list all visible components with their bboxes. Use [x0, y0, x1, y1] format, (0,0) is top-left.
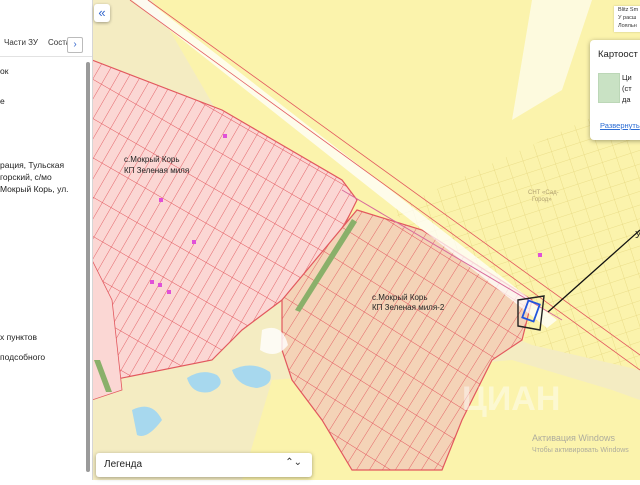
sidebar-text: х пунктов — [0, 332, 38, 342]
collapse-sidebar-button[interactable]: « — [94, 4, 110, 22]
callout-letter: У — [635, 230, 640, 241]
windows-activation-sub: Чтобы активировать Windows — [532, 446, 629, 454]
legend-label: Легенда — [104, 459, 143, 470]
chevron-updown-icon: ⌃⌄ — [285, 457, 302, 468]
plot-marker — [192, 240, 196, 244]
plot-marker — [223, 134, 227, 138]
tabs-divider — [0, 56, 92, 57]
sidebar-text: ок — [0, 66, 9, 76]
panel-title: Картоост — [598, 49, 638, 60]
ad-banner[interactable]: Blitz Sm У расш Лояльн — [614, 6, 640, 32]
ad-text: Blitz Sm — [618, 7, 639, 13]
plot-marker — [167, 290, 171, 294]
map-canvas: с.Мокрый Корь КП Зеленая миля с.Мокрый К… — [91, 0, 640, 480]
plot-marker — [158, 283, 162, 287]
panel-text: Ци — [622, 73, 632, 82]
map-thumbnail[interactable] — [598, 73, 620, 103]
sidebar-text: рация, Тульская — [0, 160, 65, 170]
settlement-2-name: с.Мокрый Корь — [372, 293, 428, 302]
sidebar-text: горский, с/мо — [0, 172, 52, 182]
sidebar-panel: Части ЗУ Соста › ок е рация, Тульская го… — [0, 0, 93, 480]
settlement-1-sub: КП Зеленая миля — [124, 166, 189, 175]
legend-dropdown[interactable]: Легенда ⌃⌄ — [96, 453, 312, 477]
sidebar-text: подсобного — [0, 352, 46, 362]
plot-marker — [159, 198, 163, 202]
panel-text: (ст — [622, 84, 632, 93]
cadastral-map[interactable]: с.Мокрый Корь КП Зеленая миля с.Мокрый К… — [91, 0, 640, 480]
cian-watermark: ЦИАН — [462, 380, 560, 418]
settlement-2-sub: КП Зеленая миля-2 — [372, 303, 445, 312]
windows-activation-title: Активация Windows — [532, 433, 615, 443]
expand-link[interactable]: Развернуть — [600, 121, 640, 130]
sidebar-scrollbar[interactable] — [86, 62, 90, 472]
ad-text: У расш — [618, 15, 637, 21]
plot-marker — [538, 253, 542, 257]
plot-marker — [150, 280, 154, 284]
snt-label-2: Город» — [532, 197, 552, 203]
tab-parts[interactable]: Части ЗУ — [4, 38, 38, 47]
tabs-scroll-right-button[interactable]: › — [67, 37, 83, 53]
ad-text: Лояльн — [618, 23, 637, 29]
panel-text: да — [622, 95, 631, 104]
sidebar-text: Мокрый Корь, ул. — [0, 184, 69, 194]
cadastral-info-panel: Картоост Ци (ст да Развернуть — [590, 40, 640, 140]
snt-label-1: СНТ «Сад- — [528, 190, 559, 196]
sidebar-text: е — [0, 96, 5, 106]
settlement-1-name: с.Мокрый Корь — [124, 155, 180, 164]
